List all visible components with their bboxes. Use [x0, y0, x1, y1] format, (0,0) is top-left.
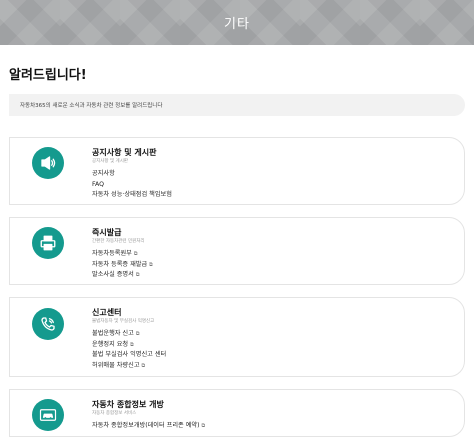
- card-notice-board: 공지사항 및 게시판 공지사항 및 게시판 공지사항 FAQ 자동차 성능·상태…: [9, 137, 465, 205]
- link-anonymous-report-center[interactable]: 불법 부실검사 익명신고 센터: [92, 350, 454, 361]
- card-instant-issuance: 즉시발급 간편한 자동차관련 민원처리 자동차등록원부 ⧉ 자동차 등록증 재발급…: [9, 217, 465, 285]
- card-subtitle: 불법자동차 및 부실검사 익명신고: [92, 319, 155, 324]
- external-link-icon: ⧉: [141, 362, 146, 369]
- notice-bar: 자동차365의 새로운 소식과 자동차 관련 정보를 알려드립니다: [9, 94, 465, 116]
- card-subtitle: 자동차 종합정보 서비스: [92, 411, 137, 416]
- page-banner: 기타: [0, 0, 474, 45]
- link-registration-ledger[interactable]: 자동차등록원부 ⧉: [92, 249, 454, 260]
- link-registration-reissue[interactable]: 자동차 등록증 재발급 ⧉: [92, 260, 454, 271]
- megaphone-icon: [32, 147, 64, 179]
- external-link-icon: ⧉: [135, 331, 140, 337]
- link-operation-suspension[interactable]: 운행정지 요청 ⧉: [92, 340, 454, 351]
- link-false-listing-report[interactable]: 허위매물 차량신고 ⧉: [92, 361, 454, 372]
- external-link-icon: ⧉: [201, 423, 206, 429]
- card-subtitle: 간편한 자동차관련 민원처리: [92, 239, 145, 244]
- card-report-center: 신고센터 불법자동차 및 부실검사 익명신고 불법운행자 신고 ⧉ 운행정지 요청…: [9, 297, 465, 377]
- printer-icon: [32, 227, 64, 259]
- card-subtitle: 공지사항 및 게시판: [92, 159, 128, 164]
- banner-title: 기타: [224, 17, 250, 32]
- card-open-data: 자동차 종합정보 개방 자동차 종합정보 서비스 자동차 종합정보개방(데이터 …: [9, 389, 465, 437]
- external-link-icon: ⧉: [133, 251, 138, 257]
- phone-icon: [32, 308, 64, 340]
- link-liability-insurance[interactable]: 자동차 성능·상태점검 책임보험: [92, 190, 454, 201]
- link-deregistration-certificate[interactable]: 말소사실 증명서 ⧉: [92, 270, 454, 281]
- external-link-icon: ⧉: [135, 272, 140, 278]
- card-title: 신고센터: [92, 308, 122, 317]
- external-link-icon: ⧉: [149, 261, 153, 268]
- link-notices[interactable]: 공지사항: [92, 169, 454, 180]
- page-title: 알려드립니다!: [9, 68, 87, 83]
- card-title: 공지사항 및 게시판: [92, 148, 157, 157]
- card-title: 즉시발급: [92, 228, 122, 237]
- car-icon: [32, 399, 64, 431]
- link-open-data-freezone[interactable]: 자동차 종합정보개방(데이터 프리존 예약) ⧉: [92, 421, 454, 432]
- notice-text: 자동차365의 새로운 소식과 자동차 관련 정보를 알려드립니다: [20, 103, 163, 109]
- link-faq[interactable]: FAQ: [92, 180, 454, 191]
- external-link-icon: ⧉: [130, 341, 134, 348]
- card-title: 자동차 종합정보 개방: [92, 400, 164, 409]
- link-illegal-driver-report[interactable]: 불법운행자 신고 ⧉: [92, 329, 454, 340]
